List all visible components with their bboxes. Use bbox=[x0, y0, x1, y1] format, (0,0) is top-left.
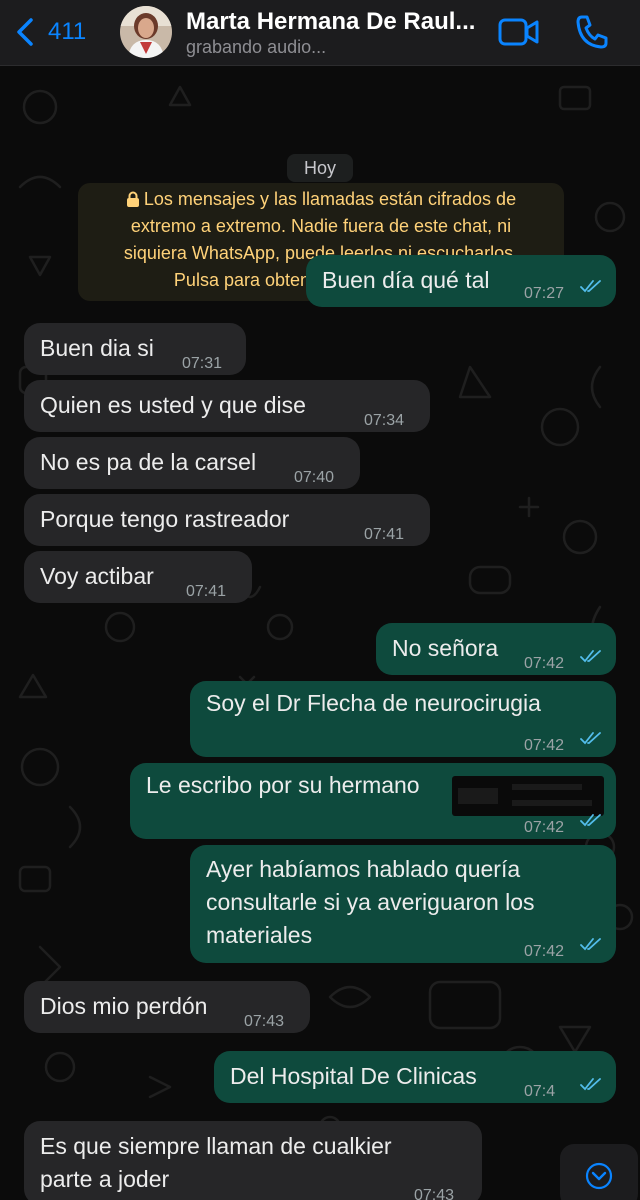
message-bubble-outgoing[interactable]: No señora 07:42 bbox=[376, 623, 616, 675]
message-bubble-outgoing[interactable]: Ayer habíamos hablado quería consultarle… bbox=[190, 845, 616, 963]
encryption-line: extremo a extremo. Nadie fuera de este c… bbox=[130, 216, 512, 236]
read-receipt-icon bbox=[580, 1078, 601, 1091]
day-separator: Hoy bbox=[287, 154, 353, 182]
message-bubble-outgoing[interactable]: Soy el Dr Flecha de neurocirugia 07:42 bbox=[190, 681, 616, 757]
message-time: 07:42 bbox=[524, 819, 565, 836]
message-time: 07:42 bbox=[524, 655, 565, 672]
message-time: 07:42 bbox=[524, 943, 565, 960]
message-bubble-incoming[interactable]: Voy actibar 07:41 bbox=[24, 551, 252, 603]
video-call-button[interactable] bbox=[498, 16, 540, 48]
scroll-to-bottom-button[interactable] bbox=[560, 1144, 638, 1200]
read-receipt-icon bbox=[580, 650, 601, 663]
message-text: Del Hospital De Clinicas bbox=[230, 1063, 477, 1089]
voice-call-button[interactable] bbox=[574, 14, 608, 50]
message-bubble-outgoing[interactable]: Le escribo por su hermano 07:42 bbox=[130, 763, 616, 839]
message-bubble-outgoing[interactable]: Buen día qué tal 07:27 bbox=[306, 255, 616, 307]
unread-count: 411 bbox=[48, 18, 87, 45]
message-time: 07:43 bbox=[244, 1013, 285, 1030]
message-time: 07:31 bbox=[182, 355, 223, 372]
redaction-mark bbox=[452, 776, 604, 816]
message-text-line: materiales bbox=[206, 922, 313, 948]
read-receipt-icon bbox=[580, 280, 601, 293]
message-text: Buen día qué tal bbox=[322, 267, 490, 293]
message-text: Soy el Dr Flecha de neurocirugia bbox=[206, 690, 541, 716]
back-button[interactable]: 411 bbox=[14, 12, 86, 52]
read-receipt-icon bbox=[580, 732, 601, 745]
message-text: No es pa de la carsel bbox=[40, 449, 257, 475]
message-bubble-incoming[interactable]: Quien es usted y que dise 07:34 bbox=[24, 380, 430, 432]
message-bubble-outgoing[interactable]: Del Hospital De Clinicas 07:4 bbox=[214, 1051, 616, 1103]
chat-area[interactable]: Hoy Los mensajes y las llamadas están ci… bbox=[0, 67, 640, 1200]
message-time: 07:42 bbox=[524, 737, 565, 754]
message-time: 07:40 bbox=[294, 469, 335, 486]
contact-name[interactable]: Marta Hermana De Raul... bbox=[186, 8, 486, 36]
read-receipt-icon bbox=[580, 814, 601, 827]
lock-icon bbox=[126, 191, 139, 207]
video-camera-icon bbox=[498, 18, 539, 46]
read-receipt-icon bbox=[580, 938, 601, 951]
encryption-line: Los mensajes y las llamadas están cifrad… bbox=[143, 189, 517, 209]
message-text-line: Es que siempre llaman de cualkier bbox=[40, 1133, 392, 1159]
message-time: 07:34 bbox=[364, 412, 405, 429]
phone-icon bbox=[576, 15, 608, 49]
chevron-left-icon bbox=[17, 18, 33, 46]
message-text: Quien es usted y que dise bbox=[40, 392, 306, 418]
message-text-line: Ayer habíamos hablado quería bbox=[206, 856, 521, 882]
message-bubble-incoming[interactable]: Porque tengo rastreador 07:41 bbox=[24, 494, 430, 546]
message-text: Buen dia si bbox=[40, 335, 154, 361]
message-text: No señora bbox=[392, 635, 499, 661]
message-time: 07:41 bbox=[186, 583, 227, 600]
chat-header: 411 Marta Hermana De Raul... grabando au… bbox=[0, 0, 640, 66]
message-text: Porque tengo rastreador bbox=[40, 506, 290, 532]
message-bubble-incoming[interactable]: Es que siempre llaman de cualkier parte … bbox=[24, 1121, 482, 1200]
message-bubble-incoming[interactable]: Buen dia si 07:31 bbox=[24, 323, 246, 375]
chevron-down-icon bbox=[585, 1162, 613, 1190]
contact-status: grabando audio... bbox=[186, 37, 327, 57]
message-time: 07:41 bbox=[364, 526, 405, 543]
message-text: Dios mio perdón bbox=[40, 993, 208, 1019]
message-time: 07:27 bbox=[524, 285, 565, 302]
message-text: Le escribo por su hermano bbox=[146, 772, 420, 798]
message-bubble-incoming[interactable]: No es pa de la carsel 07:40 bbox=[24, 437, 360, 489]
message-text-line: consultarle si ya averiguaron los bbox=[206, 889, 535, 915]
message-text: Voy actibar bbox=[40, 563, 154, 589]
message-text-line: parte a joder bbox=[40, 1166, 170, 1192]
message-bubble-incoming[interactable]: Dios mio perdón 07:43 bbox=[24, 981, 310, 1033]
message-time: 07:4 bbox=[524, 1083, 556, 1100]
avatar[interactable] bbox=[120, 6, 172, 58]
message-time: 07:43 bbox=[414, 1187, 455, 1200]
